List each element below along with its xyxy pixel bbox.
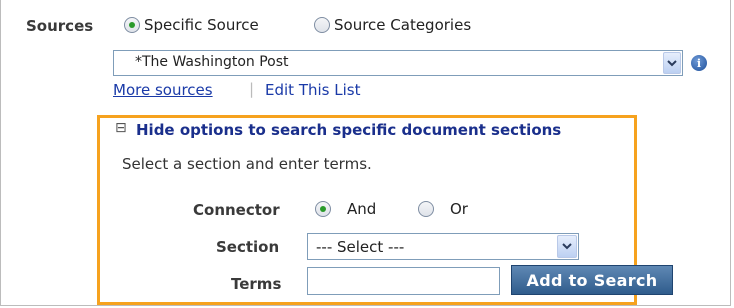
section-label: Section (216, 238, 280, 256)
source-select-value: *The Washington Post (135, 54, 289, 70)
radio-connector-or[interactable]: Or (418, 200, 478, 220)
instructions-text: Select a section and enter terms. (122, 155, 372, 173)
radio-unselected-icon[interactable] (418, 201, 434, 217)
edit-list-link[interactable]: Edit This List (265, 81, 360, 99)
radio-specific-source[interactable]: Specific Source (124, 16, 294, 36)
radio-source-categories-label: Source Categories (334, 16, 472, 34)
radio-unselected-icon[interactable] (314, 17, 330, 33)
terms-input[interactable] (307, 267, 500, 295)
radio-source-categories[interactable]: Source Categories (314, 16, 514, 36)
connector-or-label: Or (450, 200, 468, 218)
chevron-down-icon[interactable] (557, 235, 577, 258)
source-select[interactable]: *The Washington Post (113, 50, 683, 76)
link-separator: | (249, 80, 255, 98)
info-icon-glyph: i (696, 56, 702, 70)
radio-selected-icon[interactable] (124, 17, 140, 33)
hide-options-link[interactable]: Hide options to search specific document… (136, 121, 561, 139)
connector-and-label: And (347, 200, 377, 218)
collapse-icon[interactable]: ⊟ (115, 120, 127, 136)
sources-label: Sources (26, 17, 94, 35)
radio-connector-and[interactable]: And (315, 200, 385, 220)
info-icon[interactable]: i (691, 55, 707, 71)
section-select-value: --- Select --- (316, 238, 405, 256)
section-select[interactable]: --- Select --- (307, 233, 579, 260)
radio-selected-icon[interactable] (315, 201, 331, 217)
add-to-search-label: Add to Search (526, 270, 658, 290)
radio-specific-source-label: Specific Source (144, 16, 259, 34)
connector-label: Connector (193, 201, 280, 219)
chevron-down-icon[interactable] (663, 52, 681, 74)
add-to-search-button[interactable]: Add to Search (511, 265, 673, 295)
more-sources-link[interactable]: More sources (113, 81, 213, 99)
search-form-panel: Sources Specific Source Source Categorie… (0, 0, 731, 306)
terms-label: Terms (231, 275, 282, 293)
